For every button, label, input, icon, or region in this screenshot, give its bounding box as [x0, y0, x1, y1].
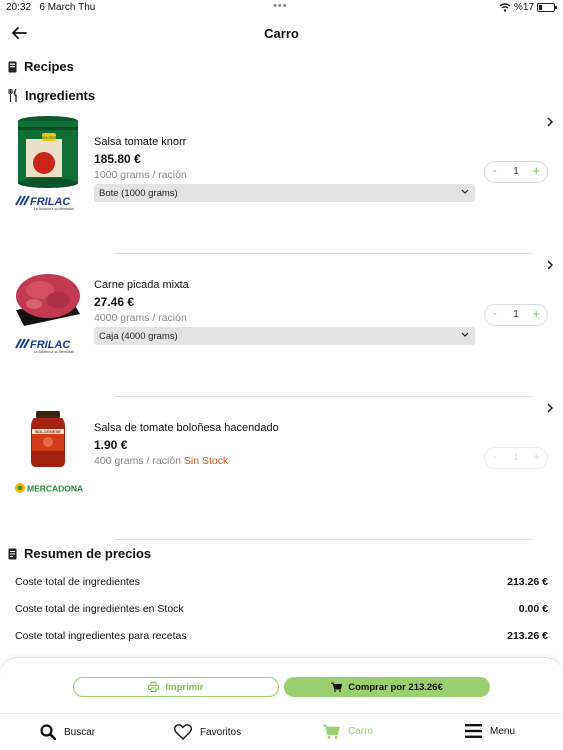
print-label: Imprimir — [165, 681, 204, 693]
summary-row: Coste total de ingredientes 213.26 € — [15, 576, 548, 588]
product-name[interactable]: Salsa de tomate boloñesa hacendado — [94, 422, 279, 434]
chevron-right-icon[interactable] — [545, 260, 555, 270]
cart-item: KNORR FRILAC La Solución a su Necesidad … — [0, 115, 563, 255]
page-title: Carro — [264, 26, 299, 41]
battery-percent: %17 — [513, 2, 534, 13]
chevron-right-icon[interactable] — [545, 403, 555, 413]
cart-item: BOLOGNESE MERCADONA Salsa de tomate bolo… — [0, 401, 563, 541]
package-select-value: Bote (1000 grams) — [99, 188, 178, 199]
summary-value: 213.26 € — [507, 576, 548, 588]
frilac-supplier-logo: FRILAC La Solución a su Necesidad — [14, 336, 86, 354]
tab-favoritos[interactable]: Favoritos — [174, 724, 241, 740]
item-divider — [115, 396, 532, 397]
search-icon — [40, 724, 56, 740]
product-price: 185.80 € — [94, 152, 141, 166]
package-select-value: Caja (4000 grams) — [99, 331, 178, 342]
status-time-date: 20:32 6 March Thu — [6, 2, 96, 13]
summary-label: Coste total ingredientes para recetas — [15, 630, 187, 642]
product-ration: 400 grams / ración Sin Stock — [94, 455, 229, 467]
cart-icon — [331, 682, 343, 692]
battery-icon — [537, 3, 557, 12]
ingredients-title: Ingredients — [25, 88, 96, 103]
quantity-stepper: - 1 + — [484, 161, 548, 183]
out-of-stock-label: Sin Stock — [183, 455, 229, 467]
tab-label: Menu — [490, 725, 516, 737]
status-bar: 20:32 6 March Thu ••• %17 — [0, 0, 563, 16]
product-ration: 4000 grams / ración — [94, 312, 187, 324]
frilac-supplier-logo: FRILAC La Solución a su Necesidad — [14, 193, 86, 211]
increase-button[interactable]: + — [532, 163, 540, 178]
package-select[interactable]: Bote (1000 grams) — [94, 184, 475, 202]
chevron-down-icon — [461, 332, 469, 337]
summary-row: Coste total ingredientes para recetas 21… — [15, 630, 548, 642]
multitask-dots[interactable]: ••• — [273, 0, 288, 12]
buy-button[interactable]: Comprar por 213.26€ — [284, 677, 490, 697]
print-button[interactable]: Imprimir — [73, 677, 279, 697]
product-image-minced-meat[interactable] — [14, 258, 82, 332]
svg-text:MERCADONA: MERCADONA — [27, 484, 83, 494]
summary-label: Coste total de ingredientes — [15, 576, 140, 588]
printer-icon — [148, 682, 160, 692]
tab-bar: Buscar Favoritos Carro Menu — [0, 713, 563, 750]
chevron-down-icon — [461, 189, 469, 194]
tab-menu[interactable]: Menu — [465, 724, 515, 738]
ingredients-section-header: Ingredients — [8, 88, 95, 103]
tab-carro[interactable]: Carro — [323, 724, 373, 739]
tab-label: Carro — [348, 726, 374, 737]
heart-icon — [174, 724, 192, 740]
tab-buscar[interactable]: Buscar — [40, 724, 95, 740]
tab-label: Favoritos — [200, 726, 242, 738]
bolognese-label-text: BOLOGNESE — [35, 429, 61, 434]
top-bar: Carro — [0, 20, 563, 48]
item-divider — [115, 253, 532, 254]
summary-row: Coste total de ingredientes en Stock 0.0… — [15, 603, 548, 615]
svg-text:La Solución a su Necesidad: La Solución a su Necesidad — [34, 207, 74, 211]
product-name[interactable]: Carne picada mixta — [94, 279, 189, 291]
product-image-knorr-bucket[interactable]: KNORR — [14, 115, 82, 189]
product-price: 1.90 € — [94, 438, 128, 452]
summary-title: Resumen de precios — [24, 546, 152, 561]
product-image-bolognese-jar[interactable]: BOLOGNESE — [14, 401, 82, 475]
recipes-section-header[interactable]: Recipes — [8, 59, 74, 74]
price-summary-header: Resumen de precios — [8, 546, 151, 561]
quantity-stepper: - 1 + — [484, 447, 548, 469]
summary-value: 213.26 € — [507, 630, 548, 642]
menu-icon — [465, 724, 482, 738]
tab-label: Buscar — [64, 726, 96, 738]
knorr-logo-text: KNORR — [42, 135, 57, 140]
increase-button: + — [532, 449, 540, 464]
cart-icon — [323, 724, 340, 739]
package-select[interactable]: Caja (4000 grams) — [94, 327, 475, 345]
cutlery-icon — [8, 89, 17, 102]
wifi-icon — [499, 3, 511, 12]
chevron-right-icon[interactable] — [545, 117, 555, 127]
product-ration: 1000 grams / ración — [94, 169, 187, 181]
bottom-panel: Imprimir Comprar por 213.26€ Buscar Favo… — [0, 657, 563, 750]
cart-item: FRILAC La Solución a su Necesidad Carne … — [0, 258, 563, 398]
document-icon — [8, 548, 17, 559]
buy-label: Comprar por 213.26€ — [348, 681, 443, 693]
section-divider — [115, 539, 532, 540]
svg-text:La Solución a su Necesidad: La Solución a su Necesidad — [34, 350, 74, 354]
product-price: 27.46 € — [94, 295, 135, 309]
summary-label: Coste total de ingredientes en Stock — [15, 603, 184, 615]
summary-value: 0.00 € — [518, 603, 548, 615]
quantity-stepper: - 1 + — [484, 304, 548, 326]
increase-button[interactable]: + — [532, 306, 540, 321]
recipe-book-icon — [8, 61, 17, 72]
product-name[interactable]: Salsa tomate knorr — [94, 136, 186, 148]
mercadona-supplier-logo: MERCADONA — [14, 481, 86, 499]
status-indicators: %17 — [499, 2, 557, 13]
recipes-title: Recipes — [24, 59, 74, 74]
